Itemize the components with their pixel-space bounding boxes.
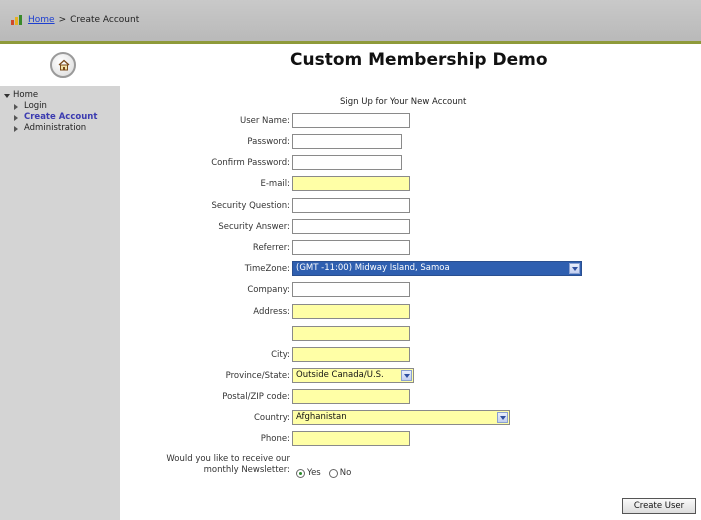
sidebar-item-login[interactable]: Login: [4, 101, 97, 112]
home-button[interactable]: [50, 52, 76, 78]
address-line2-input[interactable]: [292, 326, 410, 341]
username-input[interactable]: [292, 113, 410, 128]
sidebar-item-label: Create Account: [24, 112, 98, 122]
sidebar-item-create-account[interactable]: Create Account: [4, 112, 97, 123]
newsletter-options: Yes No: [296, 468, 351, 478]
sidebar-item-label: Login: [24, 101, 47, 111]
company-row: Company:: [120, 282, 701, 299]
newsletter-no-label: No: [339, 468, 352, 478]
phone-input[interactable]: [292, 431, 410, 446]
confirm-password-input[interactable]: [292, 155, 402, 170]
security-question-row: Security Question:: [120, 198, 701, 215]
postal-label: Postal/ZIP code:: [222, 392, 290, 402]
address-row: Address:: [120, 304, 701, 321]
timezone-select[interactable]: (GMT -11:00) Midway Island, Samoa: [292, 261, 582, 276]
city-row: City:: [120, 347, 701, 364]
newsletter-no-radio[interactable]: No: [328, 468, 352, 478]
newsletter-label-line2: monthly Newsletter:: [203, 465, 290, 475]
timezone-row: TimeZone: (GMT -11:00) Midway Island, Sa…: [120, 261, 701, 278]
sidebar-item-home[interactable]: Home: [4, 90, 97, 101]
province-select[interactable]: Outside Canada/U.S.: [292, 368, 414, 383]
form-heading: Sign Up for Your New Account: [340, 97, 467, 107]
dropdown-arrow-icon: [569, 263, 580, 274]
breadcrumb: Home > Create Account: [10, 14, 139, 26]
collapsed-arrow-icon: [14, 114, 18, 121]
timezone-label: TimeZone:: [244, 264, 290, 274]
breadcrumb-home-link[interactable]: Home: [28, 15, 55, 25]
sidebar-tree: Home Login Create Account Administration: [4, 90, 97, 134]
create-user-button[interactable]: Create User: [622, 498, 696, 514]
referrer-label: Referrer:: [252, 243, 290, 253]
company-label: Company:: [247, 285, 290, 295]
email-row: E-mail:: [120, 176, 701, 193]
province-label: Province/State:: [225, 371, 290, 381]
password-input[interactable]: [292, 134, 402, 149]
site-logo-icon: [10, 14, 24, 26]
postal-code-input[interactable]: [292, 389, 410, 404]
dropdown-arrow-icon: [497, 412, 508, 423]
postal-row: Postal/ZIP code:: [120, 389, 701, 406]
email-input[interactable]: [292, 176, 410, 191]
page-header: Custom Membership Demo: [0, 44, 701, 86]
address-input[interactable]: [292, 304, 410, 319]
security-answer-input[interactable]: [292, 219, 410, 234]
sidebar: Home Login Create Account Administration: [0, 86, 120, 520]
security-answer-row: Security Answer:: [120, 219, 701, 236]
collapsed-arrow-icon: [14, 103, 18, 110]
security-question-input[interactable]: [292, 198, 410, 213]
username-label: User Name:: [239, 116, 290, 126]
referrer-input[interactable]: [292, 240, 410, 255]
username-row: User Name:: [120, 113, 701, 130]
radio-selected-icon: [296, 468, 305, 478]
newsletter-yes-radio[interactable]: Yes: [296, 468, 321, 478]
province-value: Outside Canada/U.S.: [296, 370, 384, 380]
province-row: Province/State: Outside Canada/U.S.: [120, 368, 701, 385]
confirm-password-row: Confirm Password:: [120, 155, 701, 172]
referrer-row: Referrer:: [120, 240, 701, 257]
country-row: Country: Afghanistan: [120, 410, 701, 427]
collapsed-arrow-icon: [14, 125, 18, 132]
breadcrumb-current: Create Account: [70, 15, 140, 25]
sidebar-item-label: Administration: [24, 123, 87, 133]
breadcrumb-separator: >: [58, 15, 67, 25]
top-bar: Home > Create Account: [0, 0, 701, 41]
city-input[interactable]: [292, 347, 410, 362]
expand-arrow-icon: [4, 93, 10, 98]
confirm-password-label: Confirm Password:: [211, 158, 290, 168]
country-label: Country:: [253, 413, 290, 423]
dropdown-arrow-icon: [401, 370, 412, 381]
timezone-value: (GMT -11:00) Midway Island, Samoa: [296, 263, 450, 273]
phone-label: Phone:: [260, 434, 290, 444]
country-value: Afghanistan: [296, 412, 347, 422]
home-icon: [58, 59, 70, 71]
password-label: Password:: [247, 137, 290, 147]
city-label: City:: [271, 350, 290, 360]
security-question-label: Security Question:: [211, 201, 291, 211]
security-answer-label: Security Answer:: [218, 222, 290, 232]
company-input[interactable]: [292, 282, 410, 297]
address2-row: [120, 326, 701, 343]
sidebar-item-label: Home: [13, 90, 39, 100]
sidebar-item-administration[interactable]: Administration: [4, 123, 97, 134]
phone-row: Phone:: [120, 431, 701, 448]
newsletter-label-line1: Would you like to receive our: [166, 454, 290, 464]
newsletter-yes-label: Yes: [307, 468, 321, 478]
newsletter-label: Would you like to receive our monthly Ne…: [140, 454, 290, 476]
page-title: Custom Membership Demo: [290, 50, 548, 70]
email-label: E-mail:: [260, 179, 290, 189]
password-row: Password:: [120, 134, 701, 151]
radio-unselected-icon: [328, 468, 338, 478]
country-select[interactable]: Afghanistan: [292, 410, 510, 425]
address-label: Address:: [253, 307, 290, 317]
